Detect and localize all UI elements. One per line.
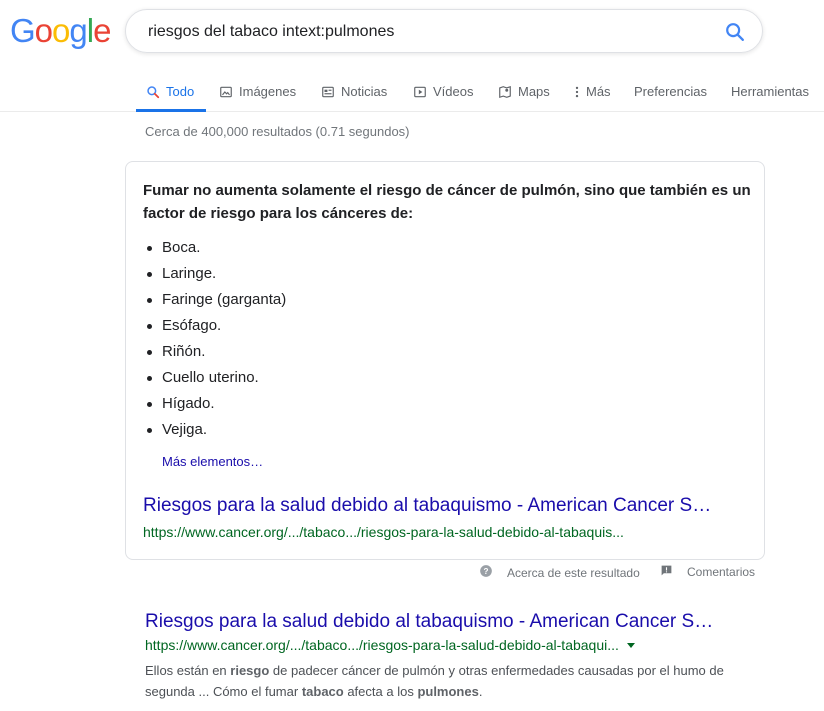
logo-letter: G bbox=[10, 12, 36, 49]
video-icon bbox=[413, 85, 427, 99]
tab-herramientas[interactable]: Herramientas bbox=[731, 72, 809, 111]
list-item: Riñón. bbox=[143, 339, 286, 365]
google-logo[interactable]: Google bbox=[10, 12, 111, 50]
feedback-label: Comentarios bbox=[687, 565, 756, 579]
search-icon[interactable] bbox=[724, 21, 746, 43]
snippet-text: Ellos están en bbox=[145, 663, 231, 678]
help-icon: ? bbox=[479, 564, 493, 581]
featured-heading: Fumar no aumenta solamente el riesgo de … bbox=[143, 182, 751, 222]
result-url[interactable]: https://www.cancer.org/.../tabaco.../rie… bbox=[145, 637, 619, 653]
feedback-link[interactable]: Comentarios bbox=[660, 564, 755, 580]
list-item: Laringe. bbox=[143, 261, 286, 287]
featured-list: Boca. Laringe. Faringe (garganta) Esófag… bbox=[143, 235, 286, 443]
tab-imagenes[interactable]: Imágenes bbox=[219, 72, 296, 111]
snippet-text: . bbox=[478, 684, 483, 699]
tab-noticias[interactable]: Noticias bbox=[321, 72, 387, 111]
result-title[interactable]: Riesgos para la salud debido al tabaquis… bbox=[145, 611, 750, 633]
about-label: Acerca de este resultado bbox=[507, 565, 640, 580]
search-input[interactable] bbox=[146, 20, 710, 44]
tab-label: Más bbox=[586, 84, 611, 99]
about-result-link[interactable]: ? Acerca de este resultado bbox=[479, 564, 640, 581]
chevron-down-icon[interactable] bbox=[626, 642, 635, 648]
snippet-highlight: riesgo bbox=[230, 663, 270, 678]
tab-videos[interactable]: Vídeos bbox=[413, 72, 473, 111]
featured-result-title[interactable]: Riesgos para la salud debido al tabaquis… bbox=[143, 495, 748, 517]
tab-preferencias[interactable]: Preferencias bbox=[634, 72, 707, 111]
image-icon bbox=[219, 85, 233, 99]
more-items-link[interactable]: Más elementos… bbox=[162, 454, 263, 469]
tab-label: Vídeos bbox=[433, 84, 474, 99]
featured-snippet: Fumar no aumenta solamente el riesgo de … bbox=[125, 161, 765, 560]
list-item: Faringe (garganta) bbox=[143, 287, 286, 313]
tab-mas[interactable]: Más bbox=[574, 72, 611, 111]
search-icon bbox=[146, 85, 160, 99]
result-url-row: https://www.cancer.org/.../tabaco.../rie… bbox=[145, 637, 635, 653]
news-icon bbox=[321, 85, 335, 99]
search-tabs: Todo Imágenes Noticias Vídeos Maps Más P… bbox=[0, 72, 824, 112]
more-vert-icon bbox=[574, 85, 580, 99]
tab-label: Herramientas bbox=[731, 84, 810, 99]
tab-label: Todo bbox=[166, 84, 195, 99]
list-item: Esófago. bbox=[143, 313, 286, 339]
logo-letter: o bbox=[52, 12, 70, 49]
logo-letter: g bbox=[69, 12, 87, 49]
tab-label: Imágenes bbox=[239, 84, 297, 99]
tab-label: Noticias bbox=[341, 84, 388, 99]
list-item: Cuello uterino. bbox=[143, 365, 286, 391]
tab-todo[interactable]: Todo bbox=[135, 72, 207, 112]
logo-letter: o bbox=[34, 12, 53, 49]
result-snippet: Ellos están en riesgo de padecer cáncer … bbox=[145, 660, 745, 702]
list-item: Vejiga. bbox=[143, 417, 286, 443]
feedback-icon bbox=[660, 564, 673, 580]
result-stats: Cerca de 400,000 resultados (0.71 segund… bbox=[145, 124, 410, 139]
snippet-highlight: tabaco bbox=[301, 684, 344, 699]
map-pin-icon bbox=[498, 85, 512, 99]
featured-result-url[interactable]: https://www.cancer.org/.../tabaco.../rie… bbox=[143, 524, 624, 540]
snippet-text: afecta a los bbox=[343, 684, 418, 699]
search-box bbox=[125, 9, 763, 53]
tab-maps[interactable]: Maps bbox=[498, 72, 550, 111]
tab-label: Preferencias bbox=[634, 84, 707, 99]
svg-text:?: ? bbox=[484, 567, 489, 576]
logo-letter: e bbox=[93, 12, 111, 49]
list-item: Boca. bbox=[143, 235, 286, 261]
snippet-highlight: pulmones bbox=[417, 684, 479, 699]
tab-label: Maps bbox=[518, 84, 550, 99]
list-item: Hígado. bbox=[143, 391, 286, 417]
